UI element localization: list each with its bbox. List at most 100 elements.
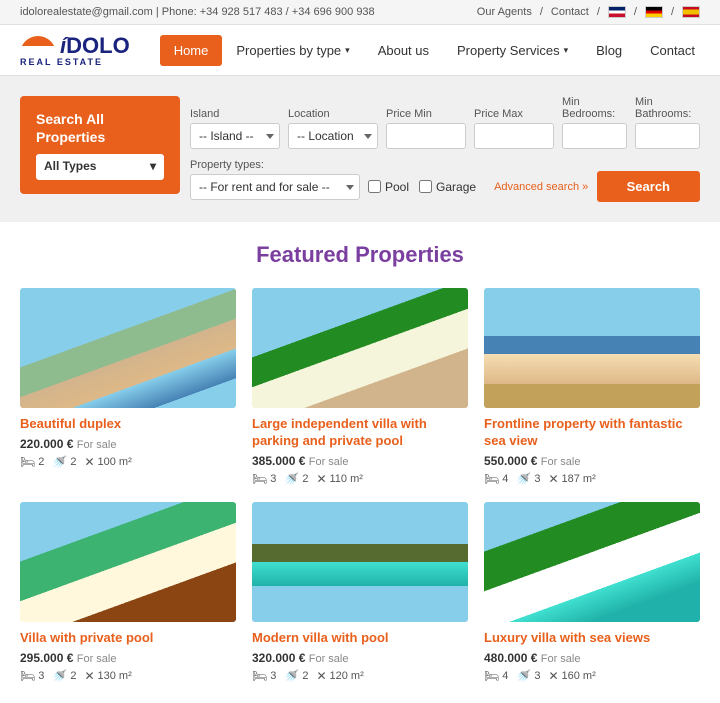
bath-icon: 🚿 <box>516 472 531 486</box>
area-detail-1: ✕ 100 m² <box>84 455 131 469</box>
nav-about-us[interactable]: About us <box>364 35 443 66</box>
bathrooms-detail-1: 🚿 2 <box>52 455 76 469</box>
bedrooms-group: Min Bedrooms: <box>562 96 627 149</box>
location-group: Location -- Location -- <box>288 108 378 149</box>
property-card-4[interactable]: Villa with private pool 295.000 € For sa… <box>20 502 236 683</box>
island-label: Island <box>190 108 280 120</box>
property-details-2: 🛏 3 🚿 2 ✕ 110 m² <box>252 472 468 486</box>
property-types-group: Property types: -- For rent and for sale… <box>190 159 360 200</box>
property-details-4: 🛏 3 🚿 2 ✕ 130 m² <box>20 669 236 683</box>
property-grid: Beautiful duplex 220.000 € For sale 🛏 2 … <box>20 288 700 683</box>
price-max-group: Price Max <box>474 108 554 149</box>
location-label: Location <box>288 108 378 120</box>
flag-de-icon[interactable] <box>645 6 663 18</box>
search-box: Search All Properties All Types ▾ <box>20 96 180 194</box>
contact-link[interactable]: Contact <box>551 6 589 18</box>
location-select[interactable]: -- Location -- <box>288 123 378 149</box>
chevron-down-icon2: ▾ <box>564 45 569 56</box>
nav-property-services[interactable]: Property Services ▾ <box>443 35 582 66</box>
bathrooms-detail-2: 🚿 2 <box>284 472 308 486</box>
our-agents-link[interactable]: Our Agents <box>477 6 532 18</box>
bedrooms-detail-1: 🛏 2 <box>20 455 44 469</box>
area-icon: ✕ <box>316 472 326 486</box>
garage-checkbox-label[interactable]: Garage <box>419 180 476 194</box>
property-card-3[interactable]: Frontline property with fantastic sea vi… <box>484 288 700 486</box>
property-card-6[interactable]: Luxury villa with sea views 480.000 € Fo… <box>484 502 700 683</box>
chevron-down-icon: ▾ <box>345 45 350 56</box>
search-row2: Property types: -- For rent and for sale… <box>190 157 700 202</box>
property-card-2[interactable]: Large independent villa with parking and… <box>252 288 468 486</box>
bedrooms-input[interactable] <box>562 123 627 149</box>
flag-uk-icon[interactable] <box>608 6 626 18</box>
island-select[interactable]: -- Island -- <box>190 123 280 149</box>
bedrooms-detail-6: 🛏 4 <box>484 669 508 683</box>
main-content: Featured Properties Beautiful duplex 220… <box>0 222 720 703</box>
area-detail-4: ✕ 130 m² <box>84 669 131 683</box>
header: íDOLO REAL ESTATE Home Properties by typ… <box>0 25 720 76</box>
bed-icon: 🛏 <box>484 472 499 486</box>
amenities-checkboxes: Pool Garage <box>368 180 476 194</box>
property-price-4: 295.000 € For sale <box>20 651 236 665</box>
garage-checkbox[interactable] <box>419 180 432 193</box>
bedrooms-detail-3: 🛏 4 <box>484 472 508 486</box>
property-details-1: 🛏 2 🚿 2 ✕ 100 m² <box>20 455 236 469</box>
property-details-3: 🛏 4 🚿 3 ✕ 187 m² <box>484 472 700 486</box>
separator: / <box>540 6 543 18</box>
property-image-5 <box>252 502 468 622</box>
bath-icon: 🚿 <box>52 455 67 469</box>
property-card-1[interactable]: Beautiful duplex 220.000 € For sale 🛏 2 … <box>20 288 236 486</box>
property-title-1: Beautiful duplex <box>20 416 236 433</box>
area-icon: ✕ <box>84 669 94 683</box>
island-group: Island -- Island -- <box>190 108 280 149</box>
all-types-select[interactable]: All Types ▾ <box>36 154 164 180</box>
search-button[interactable]: Search <box>597 171 700 202</box>
flag-separator2: / <box>671 6 674 18</box>
separator2: / <box>597 6 600 18</box>
bed-icon: 🛏 <box>20 455 35 469</box>
property-image-3 <box>484 288 700 408</box>
property-title-3: Frontline property with fantastic sea vi… <box>484 416 700 450</box>
bedrooms-detail-5: 🛏 3 <box>252 669 276 683</box>
property-title-2: Large independent villa with parking and… <box>252 416 468 450</box>
advanced-search-link[interactable]: Advanced search » <box>494 181 588 193</box>
sun-icon <box>20 36 56 56</box>
bed-icon: 🛏 <box>252 669 267 683</box>
pool-checkbox-label[interactable]: Pool <box>368 180 409 194</box>
property-card-5[interactable]: Modern villa with pool 320.000 € For sal… <box>252 502 468 683</box>
topbar-right: Our Agents / Contact / / / <box>477 6 700 18</box>
nav-properties-by-type[interactable]: Properties by type ▾ <box>222 35 363 66</box>
bed-icon: 🛏 <box>484 669 499 683</box>
bathrooms-label: Min Bathrooms: <box>635 96 700 120</box>
property-price-6: 480.000 € For sale <box>484 651 700 665</box>
property-image-6 <box>484 502 700 622</box>
flag-es-icon[interactable] <box>682 6 700 18</box>
price-min-label: Price Min <box>386 108 466 120</box>
nav-home[interactable]: Home <box>160 35 223 66</box>
bathrooms-detail-5: 🚿 2 <box>284 669 308 683</box>
bedrooms-detail-4: 🛏 3 <box>20 669 44 683</box>
property-price-2: 385.000 € For sale <box>252 454 468 468</box>
bedrooms-label: Min Bedrooms: <box>562 96 627 120</box>
bathrooms-group: Min Bathrooms: <box>635 96 700 149</box>
price-min-group: Price Min <box>386 108 466 149</box>
property-title-5: Modern villa with pool <box>252 630 468 647</box>
nav-contact[interactable]: Contact <box>636 35 709 66</box>
area-icon: ✕ <box>84 455 94 469</box>
search-fields: Island -- Island -- Location -- Location… <box>190 96 700 202</box>
area-icon: ✕ <box>316 669 326 683</box>
bathrooms-input[interactable] <box>635 123 700 149</box>
logo-brand: íDOLO <box>60 33 130 59</box>
price-max-input[interactable] <box>474 123 554 149</box>
area-detail-2: ✕ 110 m² <box>316 472 362 486</box>
area-icon: ✕ <box>548 669 558 683</box>
topbar: idolorealestate@gmail.com | Phone: +34 9… <box>0 0 720 25</box>
nav-blog[interactable]: Blog <box>582 35 636 66</box>
main-nav: Home Properties by type ▾ About us Prope… <box>160 35 709 66</box>
logo-sub: REAL ESTATE <box>20 57 103 67</box>
property-types-label: Property types: <box>190 159 360 171</box>
pool-checkbox[interactable] <box>368 180 381 193</box>
property-types-select[interactable]: -- For rent and for sale -- <box>190 174 360 200</box>
price-min-input[interactable] <box>386 123 466 149</box>
search-section: Search All Properties All Types ▾ Island… <box>0 76 720 222</box>
area-detail-6: ✕ 160 m² <box>548 669 595 683</box>
